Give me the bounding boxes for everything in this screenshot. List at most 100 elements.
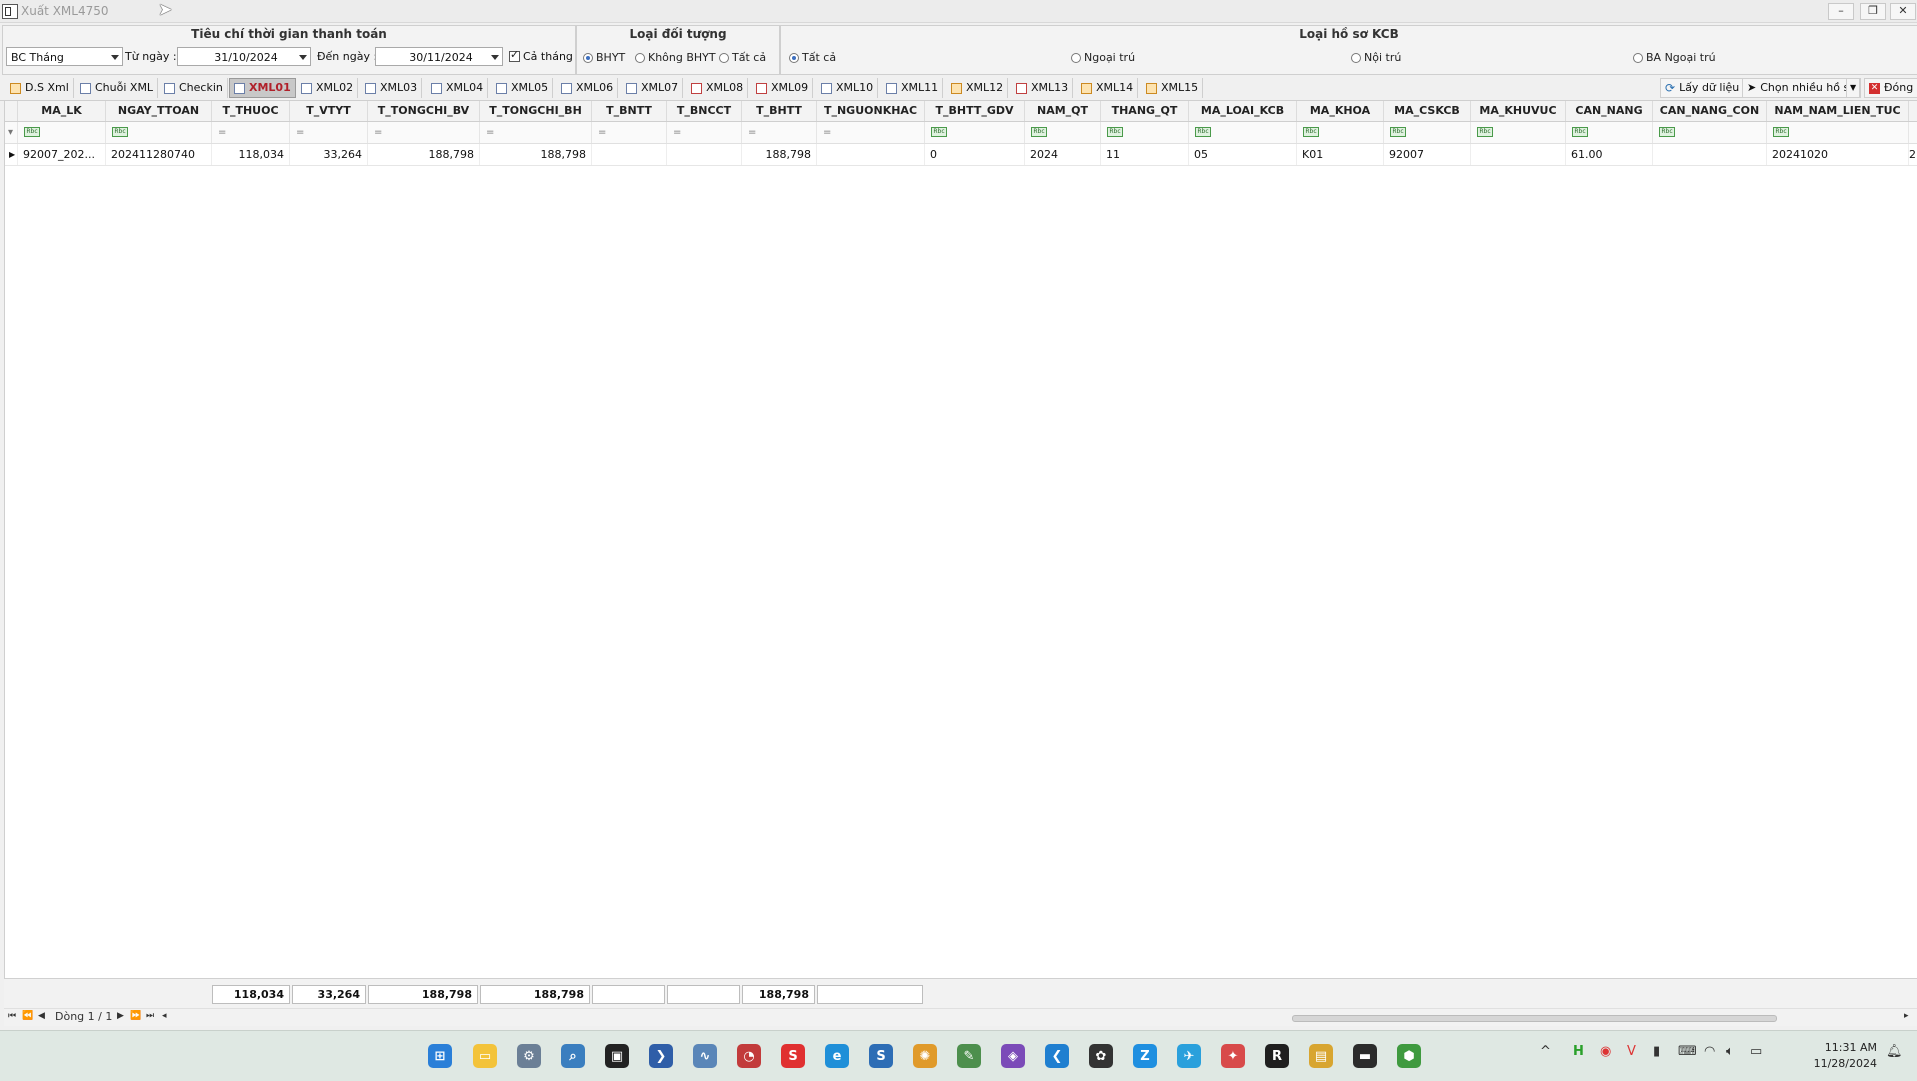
- header-can-nang[interactable]: CAN_NANG: [1566, 101, 1653, 121]
- record-radio-inpatient[interactable]: Nội trú: [1351, 51, 1401, 64]
- header-t-thuoc[interactable]: T_THUOC: [212, 101, 290, 121]
- tray-app-v-icon[interactable]: V: [1627, 1044, 1636, 1059]
- cell-ma-khoa[interactable]: K01: [1297, 144, 1384, 165]
- scroll-right-icon[interactable]: ▸: [1904, 1011, 1909, 1021]
- record-radio-outpatient[interactable]: Ngoại trú: [1071, 51, 1135, 64]
- select-multiple-button[interactable]: ➤ Chọn nhiều hồ sơ: [1742, 78, 1861, 98]
- tab-xml08[interactable]: XML08: [687, 78, 749, 98]
- next-page-icon[interactable]: ⏩: [130, 1011, 141, 1021]
- nodejs-icon[interactable]: ⬢: [1397, 1044, 1421, 1068]
- header-t-bhtt-gdv[interactable]: T_BHTT_GDV: [925, 101, 1025, 121]
- fetch-data-button[interactable]: ⟳ Lấy dữ liệu: [1660, 78, 1745, 98]
- tab-xml09[interactable]: XML09: [752, 78, 814, 98]
- search-icon[interactable]: ⌕: [561, 1044, 585, 1068]
- vscode-icon[interactable]: ❮: [1045, 1044, 1069, 1068]
- filter-t-bntt[interactable]: =: [592, 122, 667, 143]
- cell-t-tongchi-bv[interactable]: 188,798: [368, 144, 480, 165]
- object-radio-all[interactable]: Tất cả: [719, 51, 766, 64]
- header-t-tongchi-bv[interactable]: T_TONGCHI_BV: [368, 101, 480, 121]
- edge-browser-icon[interactable]: e: [825, 1044, 849, 1068]
- cell-t-bhtt[interactable]: 188,798: [742, 144, 817, 165]
- cell-t-thuoc[interactable]: 118,034: [212, 144, 290, 165]
- record-radio-ba-outpatient[interactable]: BA Ngoại trú: [1633, 51, 1716, 64]
- cell-ma-loai-kcb[interactable]: 05: [1189, 144, 1297, 165]
- header-t-bhtt[interactable]: T_BHTT: [742, 101, 817, 121]
- filter-t-tongchi-bh[interactable]: =: [480, 122, 592, 143]
- filter-thang-qt[interactable]: Rbc: [1101, 122, 1189, 143]
- anydesk-icon[interactable]: ✦: [1221, 1044, 1245, 1068]
- notification-bell-icon[interactable]: 🔔︎: [1886, 1044, 1903, 1059]
- header-ma-khoa[interactable]: MA_KHOA: [1297, 101, 1384, 121]
- close-window-button[interactable]: ✕: [1890, 3, 1916, 20]
- rider-icon[interactable]: R: [1265, 1044, 1289, 1068]
- globe-app-icon[interactable]: ✺: [913, 1044, 937, 1068]
- header-ngay-ttoan[interactable]: NGAY_TTOAN: [106, 101, 212, 121]
- filter-nam-qt[interactable]: Rbc: [1025, 122, 1101, 143]
- tab-checkin[interactable]: Checkin: [160, 78, 228, 98]
- show-hidden-icons-icon[interactable]: ^: [1540, 1044, 1551, 1059]
- tab-xml02[interactable]: XML02: [297, 78, 359, 98]
- header-ma-lk[interactable]: MA_LK: [18, 101, 106, 121]
- terminal-icon[interactable]: ▣: [605, 1044, 629, 1068]
- filter-ma-khoa[interactable]: Rbc: [1297, 122, 1384, 143]
- object-radio-khong-bhyt[interactable]: Không BHYT: [635, 51, 716, 64]
- filter-t-vtyt[interactable]: =: [290, 122, 368, 143]
- filter-t-bncct[interactable]: =: [667, 122, 742, 143]
- tab-xml07[interactable]: XML07: [622, 78, 684, 98]
- filter-t-nguonkhac[interactable]: =: [817, 122, 925, 143]
- filter-ma-loai-kcb[interactable]: Rbc: [1189, 122, 1297, 143]
- cell-thang-qt[interactable]: 11: [1101, 144, 1189, 165]
- minimize-button[interactable]: –: [1828, 3, 1854, 20]
- visual-studio-icon[interactable]: ◈: [1001, 1044, 1025, 1068]
- system-clock[interactable]: 11:31 AM 11/28/2024: [1814, 1040, 1877, 1072]
- tray-app-h-icon[interactable]: H: [1573, 1044, 1584, 1059]
- cell-ngay-ttoan[interactable]: 202411280740: [106, 144, 212, 165]
- filter-t-bhtt-gdv[interactable]: Rbc: [925, 122, 1025, 143]
- scroll-left-icon[interactable]: ◂: [162, 1011, 167, 1021]
- toolbox-icon[interactable]: ▤: [1309, 1044, 1333, 1068]
- console-icon[interactable]: ▬: [1353, 1044, 1377, 1068]
- horizontal-scrollbar[interactable]: [1292, 1015, 1777, 1022]
- cell-ma-lk[interactable]: 92007_202...: [18, 144, 106, 165]
- report-type-select[interactable]: BC Tháng: [6, 47, 123, 66]
- filter-t-thuoc[interactable]: =: [212, 122, 290, 143]
- whole-month-checkbox[interactable]: Cả tháng: [509, 48, 573, 63]
- battery-icon[interactable]: ▭: [1750, 1044, 1762, 1059]
- record-radio-all[interactable]: Tất cả: [789, 51, 836, 64]
- filter-t-tongchi-bv[interactable]: =: [368, 122, 480, 143]
- close-form-button[interactable]: ✕ Đóng: [1864, 78, 1917, 98]
- first-page-icon[interactable]: ⏮: [8, 1011, 16, 1021]
- cell-t-vtyt[interactable]: 33,264: [290, 144, 368, 165]
- tab-xml01[interactable]: XML01: [229, 78, 296, 98]
- header-t-vtyt[interactable]: T_VTYT: [290, 101, 368, 121]
- cell-t-bncct[interactable]: [667, 144, 742, 165]
- filter-ma-lk[interactable]: Rbc: [18, 122, 106, 143]
- object-radio-bhyt[interactable]: BHYT: [583, 51, 625, 64]
- cell-can-nang-con[interactable]: [1653, 144, 1767, 165]
- filter-nam-nam-lien-tuc[interactable]: Rbc: [1767, 122, 1909, 143]
- tab-xml04[interactable]: XML04: [427, 78, 489, 98]
- powershell-icon[interactable]: ❯: [649, 1044, 673, 1068]
- filter-ma-cskcb[interactable]: Rbc: [1384, 122, 1471, 143]
- cell-nam-qt[interactable]: 2024: [1025, 144, 1101, 165]
- settings-icon[interactable]: ⚙: [517, 1044, 541, 1068]
- filter-t-bhtt[interactable]: =: [742, 122, 817, 143]
- speedometer-icon[interactable]: ◔: [737, 1044, 761, 1068]
- tab-xml14[interactable]: XML14: [1077, 78, 1139, 98]
- header-t-bntt[interactable]: T_BNTT: [592, 101, 667, 121]
- cell-t-nguonkhac[interactable]: [817, 144, 925, 165]
- header-t-tongchi-bh[interactable]: T_TONGCHI_BH: [480, 101, 592, 121]
- prev-page-icon[interactable]: ⏪: [22, 1011, 33, 1021]
- tab-ds-xml[interactable]: D.S Xml: [6, 78, 74, 98]
- tab-chuoi-xml[interactable]: Chuỗi XML: [76, 78, 159, 98]
- header-can-nang-con[interactable]: CAN_NANG_CON: [1653, 101, 1767, 121]
- remote-app-icon[interactable]: S: [869, 1044, 893, 1068]
- tab-xml11[interactable]: XML11: [882, 78, 944, 98]
- header-t-bncct[interactable]: T_BNCCT: [667, 101, 742, 121]
- tab-xml10[interactable]: XML10: [817, 78, 879, 98]
- volume-icon[interactable]: 🔈︎: [1726, 1044, 1734, 1059]
- keyboard-icon[interactable]: ⌨: [1678, 1044, 1697, 1059]
- header-nam-nam-lien-tuc[interactable]: NAM_NAM_LIEN_TUC: [1767, 101, 1909, 121]
- chatgpt-icon[interactable]: ✿: [1089, 1044, 1113, 1068]
- cell-can-nang[interactable]: 61.00: [1566, 144, 1653, 165]
